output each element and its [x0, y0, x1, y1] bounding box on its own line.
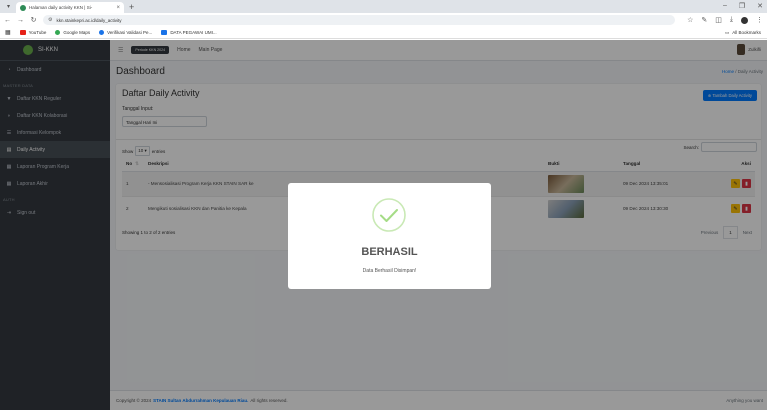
all-bookmarks-button[interactable]: ▭ All Bookmarks: [725, 30, 761, 36]
bookmark-data-pegawai[interactable]: DATA PEGAWAI UMI...: [161, 30, 217, 35]
map-pin-icon: [55, 30, 61, 35]
back-icon[interactable]: ←: [4, 17, 11, 24]
success-check-icon: [372, 198, 406, 232]
download-icon[interactable]: ⤓: [730, 16, 733, 24]
extension-icon[interactable]: ✎: [701, 16, 707, 24]
forward-icon[interactable]: →: [17, 17, 24, 24]
site-info-icon[interactable]: ⚙: [48, 17, 52, 23]
new-tab-icon[interactable]: +: [129, 2, 134, 12]
youtube-icon: [19, 30, 26, 35]
minimize-icon[interactable]: –: [723, 2, 727, 10]
tab-search-icon[interactable]: ▾: [4, 2, 13, 11]
menu-kebab-icon[interactable]: ⋮: [756, 16, 763, 24]
dialog-message: Data Berhasil Disimpan!: [362, 268, 417, 274]
browser-toolbar: ☆ ✎ ◫ ⤓ ⋮: [687, 16, 763, 24]
window-controls: – ❐ ✕: [723, 2, 763, 10]
bookmark-star-icon[interactable]: ☆: [687, 16, 693, 24]
browser-tab[interactable]: Halaman daily activity KKN | Si- ×: [16, 2, 124, 13]
address-bar-row: ← → ↻ ⚙ kkn.stainkepri.ac.id/daily_activ…: [0, 13, 767, 27]
url-input[interactable]: ⚙ kkn.stainkepri.ac.id/daily_activity: [43, 15, 676, 25]
extensions-puzzle-icon[interactable]: ◫: [715, 16, 722, 24]
profile-avatar-icon[interactable]: [741, 16, 748, 24]
bookmark-verifikasi[interactable]: Verifikasi Validasi Pe...: [99, 30, 152, 35]
browser-tab-strip: ▾ Halaman daily activity KKN | Si- × + –…: [0, 0, 767, 13]
maximize-icon[interactable]: ❐: [739, 2, 745, 10]
bookmarks-bar: ▦ YouTube Google Maps Verifikasi Validas…: [0, 27, 767, 39]
success-dialog: BERHASIL Data Berhasil Disimpan!: [288, 183, 491, 289]
globe-icon: [99, 30, 105, 35]
site-favicon-icon: [20, 4, 26, 11]
tab-close-icon[interactable]: ×: [116, 5, 120, 11]
close-window-icon[interactable]: ✕: [757, 2, 763, 10]
apps-grid-icon[interactable]: ▦: [5, 29, 11, 36]
bookmark-site-icon: [161, 30, 168, 35]
bookmark-google-maps[interactable]: Google Maps: [55, 30, 90, 35]
tab-title: Halaman daily activity KKN | Si-: [29, 5, 93, 10]
reload-icon[interactable]: ↻: [30, 16, 37, 24]
dialog-title: BERHASIL: [361, 246, 418, 258]
url-text: kkn.stainkepri.ac.id/daily_activity: [56, 17, 122, 23]
bookmark-youtube[interactable]: YouTube: [19, 30, 46, 35]
folder-icon: ▭: [724, 30, 730, 35]
